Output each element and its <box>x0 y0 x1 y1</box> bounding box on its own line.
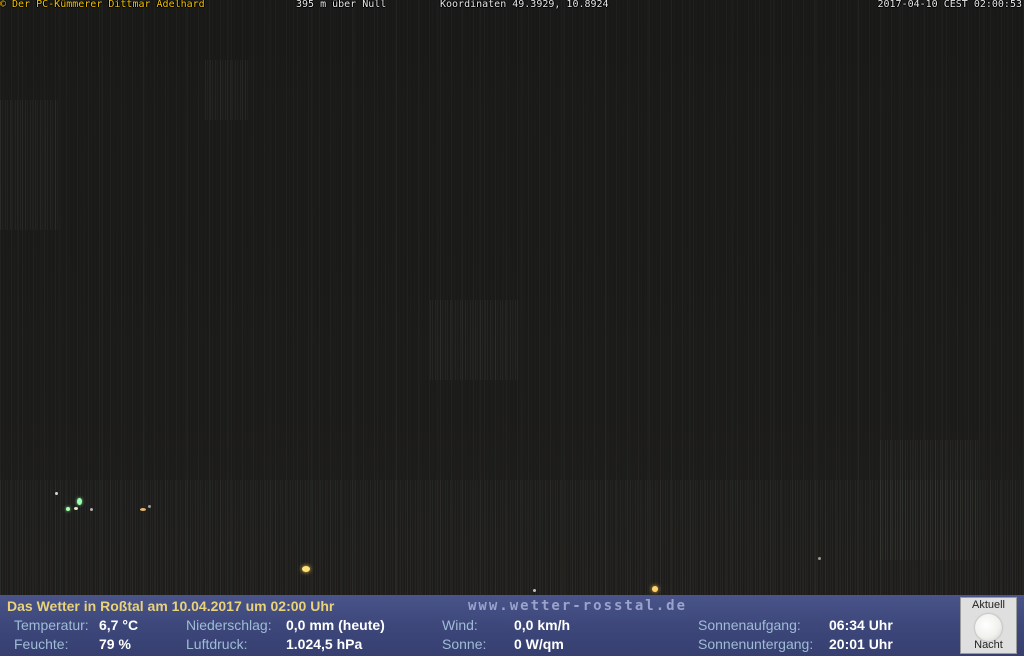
humidity-label: Feuchte: <box>14 636 69 652</box>
sun-label: Sonne: <box>442 636 487 652</box>
sun-row: Sonne: <box>442 636 486 652</box>
copyright-credit: © Der PC-Kümmerer Dittmar Adelhard <box>0 0 205 10</box>
weather-title: Das Wetter in Roßtal am 10.04.2017 um 02… <box>7 598 335 614</box>
sunset-label: Sonnenuntergang: <box>698 636 814 652</box>
capture-timestamp: 2017-04-10 CEST 02:00:53 <box>877 0 1023 10</box>
wind-value-cell: 0,0 km/h <box>514 617 570 633</box>
humidity-row: Feuchte: <box>14 636 68 652</box>
wind-value: 0,0 km/h <box>514 617 571 633</box>
moon-top-label: Aktuell <box>971 599 1006 611</box>
moon-icon <box>975 614 1002 641</box>
sunrise-value: 06:34 Uhr <box>829 617 893 633</box>
moon-bottom-label: Nacht <box>974 639 1003 651</box>
webcam-image: © Der PC-Kümmerer Dittmar Adelhard 395 m… <box>0 0 1024 656</box>
town-light <box>148 505 151 508</box>
street-light <box>302 566 310 572</box>
precipitation-label: Niederschlag: <box>186 617 272 633</box>
sun-value-cell: 0 W/qm <box>514 636 564 652</box>
sunset-value: 20:01 Uhr <box>829 636 893 652</box>
website-url: www.wetter-rosstal.de <box>468 598 688 614</box>
town-light <box>77 498 82 505</box>
temperature-value-cell: 6,7 °C <box>99 617 138 633</box>
sunrise-value-cell: 06:34 Uhr <box>829 617 893 633</box>
pressure-row: Luftdruck: <box>186 636 247 652</box>
precipitation-value-cell: 0,0 mm (heute) <box>286 617 385 633</box>
wind-label: Wind: <box>442 617 478 633</box>
altitude-text: 395 m über Null <box>296 0 387 10</box>
sunset-row: Sonnenuntergang: <box>698 636 813 652</box>
humidity-value: 79 % <box>99 636 131 652</box>
wind-row: Wind: <box>442 617 478 633</box>
pressure-value-cell: 1.024,5 hPa <box>286 636 362 652</box>
humidity-value-cell: 79 % <box>99 636 131 652</box>
webcam-caption-bar: © Der PC-Kümmerer Dittmar Adelhard 395 m… <box>0 0 1024 11</box>
moon-phase-box: Aktuell Nacht <box>960 597 1017 654</box>
noise-patch <box>430 300 520 380</box>
precipitation-row: Niederschlag: <box>186 617 272 633</box>
weather-panel: Das Wetter in Roßtal am 10.04.2017 um 02… <box>0 595 1024 656</box>
precipitation-value: 0,0 mm (heute) <box>286 617 385 633</box>
pressure-label: Luftdruck: <box>186 636 248 652</box>
sunset-value-cell: 20:01 Uhr <box>829 636 893 652</box>
town-light <box>90 508 93 511</box>
sun-value: 0 W/qm <box>514 636 564 652</box>
sunrise-label: Sonnenaufgang: <box>698 617 801 633</box>
sunrise-row: Sonnenaufgang: <box>698 617 801 633</box>
pressure-value: 1.024,5 hPa <box>286 636 363 652</box>
town-light <box>66 507 70 511</box>
temperature-row: Temperatur: <box>14 617 89 633</box>
noise-patch <box>0 100 60 230</box>
town-light <box>55 492 58 495</box>
noise-patch <box>205 60 250 120</box>
town-light <box>818 557 821 560</box>
town-light <box>533 589 536 592</box>
coordinates-text: Koordinaten 49.3929, 10.8924 <box>440 0 609 10</box>
temperature-value: 6,7 °C <box>99 617 139 633</box>
town-light <box>74 507 78 510</box>
noise-patch <box>0 480 1024 595</box>
street-light <box>652 586 658 592</box>
temperature-label: Temperatur: <box>14 617 89 633</box>
town-light <box>140 508 146 511</box>
